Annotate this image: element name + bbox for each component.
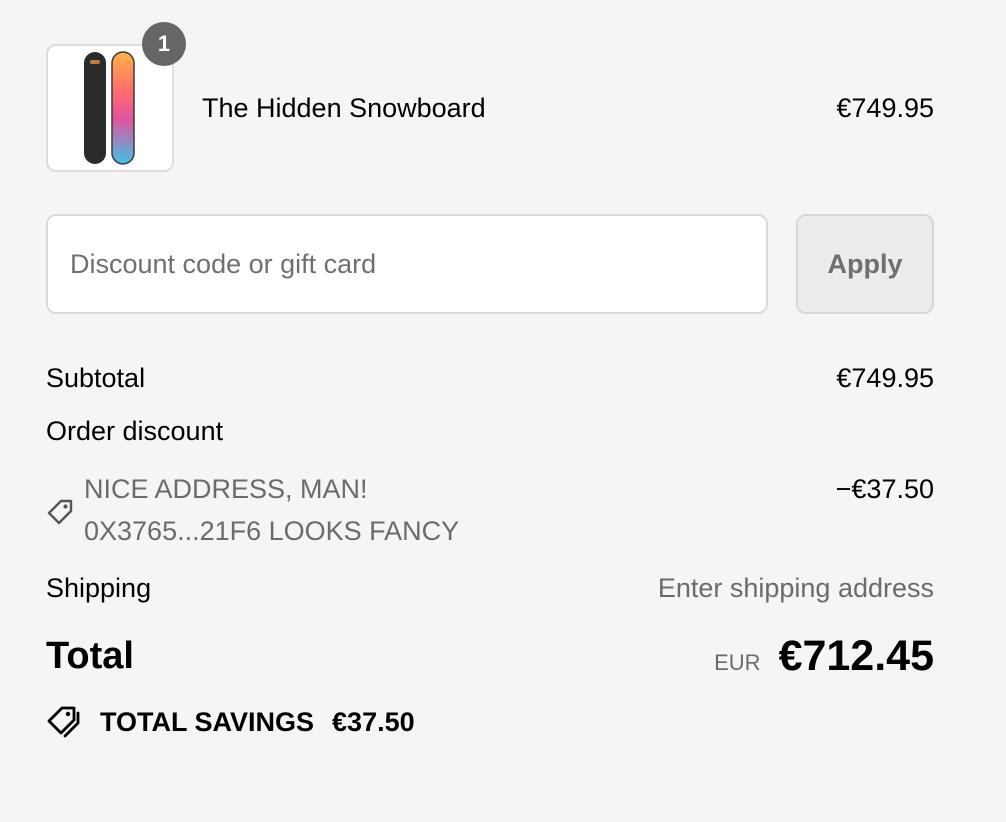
total-label: Total bbox=[46, 634, 134, 677]
discount-code-line-1: NICE ADDRESS, MAN! bbox=[84, 474, 368, 504]
shipping-label: Shipping bbox=[46, 572, 152, 603]
subtotal-label: Subtotal bbox=[46, 362, 146, 393]
product-name: The Hidden Snowboard bbox=[202, 92, 486, 123]
subtotal-value: €749.95 bbox=[836, 362, 934, 393]
total-row: Total EUR €712.45 bbox=[46, 628, 934, 684]
order-discount-label: Order discount bbox=[46, 416, 224, 446]
tag-icon bbox=[46, 472, 74, 552]
currency-code: EUR bbox=[714, 649, 761, 675]
discount-amount: −€37.50 bbox=[835, 474, 934, 504]
line-item: 1 The Hidden Snowboard €749.95 bbox=[46, 22, 934, 172]
total-savings-row: TOTAL SAVINGS €37.50 bbox=[46, 704, 415, 740]
snowboard-image bbox=[84, 51, 135, 165]
shipping-value: Enter shipping address bbox=[657, 572, 934, 603]
total-amount: €712.45 bbox=[778, 631, 934, 680]
product-price: €749.95 bbox=[836, 92, 934, 123]
subtotal-row: Subtotal €749.95 bbox=[46, 360, 934, 396]
tags-icon bbox=[46, 704, 82, 740]
quantity-badge: 1 bbox=[142, 22, 186, 66]
savings-amount: €37.50 bbox=[332, 706, 415, 737]
savings-label: TOTAL SAVINGS bbox=[100, 706, 315, 737]
discount-code-line-2: 0X3765...21F6 LOOKS FANCY bbox=[84, 516, 460, 546]
discount-code-input[interactable] bbox=[46, 214, 768, 314]
apply-button[interactable]: Apply bbox=[796, 214, 934, 314]
shipping-row: Shipping Enter shipping address bbox=[46, 570, 934, 606]
discount-form: Apply bbox=[46, 214, 934, 314]
product-thumbnail: 1 bbox=[46, 22, 186, 172]
order-summary: 1 The Hidden Snowboard €749.95 Apply Sub… bbox=[0, 0, 1006, 822]
applied-discount-row: NICE ADDRESS, MAN! 0X3765...21F6 LOOKS F… bbox=[46, 472, 934, 552]
